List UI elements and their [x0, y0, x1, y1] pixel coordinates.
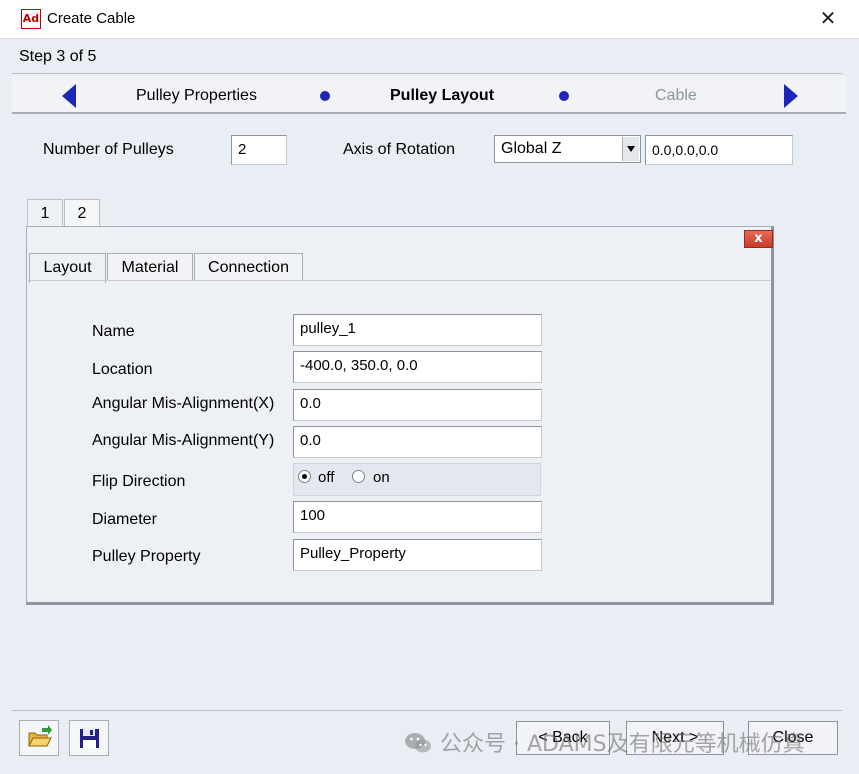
axis-of-rotation-select[interactable]: Global Z	[494, 135, 641, 163]
number-of-pulleys-input[interactable]: 2	[231, 135, 287, 165]
angular-misalignment-x-label: Angular Mis-Alignment(X)	[92, 395, 275, 412]
floppy-disk-icon	[80, 729, 99, 748]
angular-misalignment-x-input[interactable]: 0.0	[293, 389, 542, 421]
location-label: Location	[92, 361, 153, 378]
title-bar: Ad Create Cable ✕	[0, 0, 859, 39]
back-button[interactable]: < Back	[516, 721, 610, 755]
diameter-label: Diameter	[92, 511, 157, 528]
open-folder-button[interactable]	[19, 720, 59, 756]
flip-off-label: off	[318, 469, 335, 486]
angular-misalignment-y-input[interactable]: 0.0	[293, 426, 542, 458]
axis-of-rotation-label: Axis of Rotation	[343, 141, 456, 158]
flip-on-label: on	[373, 469, 390, 486]
diameter-input[interactable]: 100	[293, 501, 542, 533]
tab-pulley-1[interactable]: 1	[27, 199, 63, 227]
nav-step-cable: Cable	[655, 87, 697, 104]
axis-selected-value: Global Z	[501, 140, 562, 157]
folder-open-icon	[28, 725, 52, 747]
flip-direction-label: Flip Direction	[92, 473, 186, 490]
step-indicator: Step 3 of 5	[19, 48, 97, 65]
app-logo-icon: Ad	[21, 9, 41, 29]
next-step-arrow-icon[interactable]	[784, 84, 798, 108]
number-of-pulleys-label: Number of Pulleys	[43, 141, 174, 158]
tab-layout[interactable]: Layout	[29, 253, 106, 283]
axis-vector-input[interactable]: 0.0,0.0,0.0	[645, 135, 793, 165]
name-input[interactable]: pulley_1	[293, 314, 542, 346]
divider	[12, 73, 842, 74]
tab-material[interactable]: Material	[107, 253, 193, 281]
nav-step-pulley-properties: Pulley Properties	[136, 87, 257, 104]
window-close-icon[interactable]: ✕	[817, 7, 839, 31]
nav-dot-icon	[559, 91, 569, 101]
tab-connection[interactable]: Connection	[194, 253, 303, 281]
nav-dot-icon	[320, 91, 330, 101]
window-title: Create Cable	[47, 10, 136, 27]
save-button[interactable]	[69, 720, 109, 756]
name-label: Name	[92, 323, 135, 340]
wechat-icon	[405, 733, 431, 753]
pulley-property-input[interactable]: Pulley_Property	[293, 539, 542, 571]
tab-divider	[28, 280, 770, 281]
nav-step-pulley-layout: Pulley Layout	[390, 87, 495, 104]
divider	[12, 710, 842, 711]
flip-direction-radio-group: off on	[293, 463, 541, 496]
pulley-property-label: Pulley Property	[92, 548, 201, 565]
tab-pulley-2[interactable]: 2	[64, 199, 100, 227]
location-input[interactable]: -400.0, 350.0, 0.0	[293, 351, 542, 383]
chevron-down-icon[interactable]	[622, 137, 639, 161]
flip-on-radio[interactable]	[352, 470, 365, 483]
flip-off-radio[interactable]	[298, 470, 311, 483]
next-button[interactable]: Next >	[626, 721, 724, 755]
close-button[interactable]: Close	[748, 721, 838, 755]
panel-close-icon[interactable]: x	[744, 230, 773, 248]
angular-misalignment-y-label: Angular Mis-Alignment(Y)	[92, 432, 275, 449]
previous-step-arrow-icon[interactable]	[62, 84, 76, 108]
